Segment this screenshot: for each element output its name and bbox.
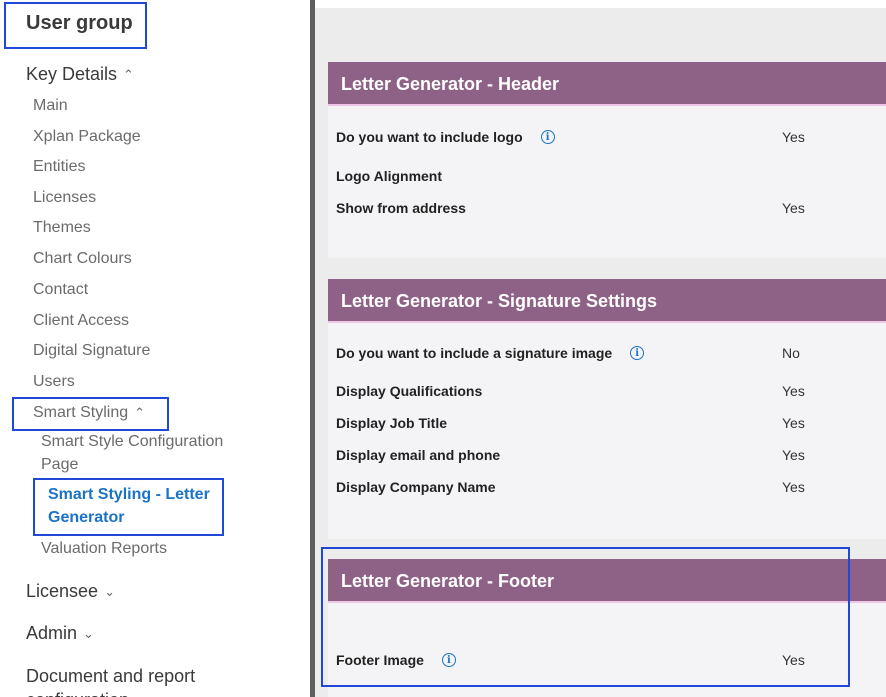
key-details-label: Key Details <box>26 64 118 84</box>
licensee-section[interactable]: Licensee ⌄ <box>26 581 115 602</box>
sidebar-item-contact[interactable]: Contact <box>33 281 88 299</box>
card-signature-settings: Letter Generator - Signature Settings Do… <box>328 279 886 539</box>
setting-label: Display Qualifications <box>336 383 483 399</box>
sidebar-item-users[interactable]: Users <box>33 373 75 391</box>
setting-value: Yes <box>782 447 805 463</box>
setting-label: Footer Image <box>336 652 424 668</box>
card-letter-header: Letter Generator - Header Do you want to… <box>328 62 886 258</box>
setting-row: Display email and phone Yes <box>336 447 876 463</box>
setting-value: Yes <box>782 415 805 431</box>
sidebar-item-xplan-package[interactable]: Xplan Package <box>33 128 141 146</box>
setting-label: Logo Alignment <box>336 168 443 184</box>
setting-label: Do you want to include logo <box>336 129 523 145</box>
doc-config-section[interactable]: Document and report configuration <box>26 664 286 697</box>
chevron-up-icon: ⌃ <box>134 405 146 420</box>
card-header-title: Letter Generator - Signature Settings <box>328 279 886 323</box>
setting-row: Do you want to include a signature image… <box>336 345 876 361</box>
licensee-label: Licensee <box>26 581 99 601</box>
card-header-title: Letter Generator - Footer <box>328 559 886 603</box>
sidebar-item-themes[interactable]: Themes <box>33 219 91 237</box>
key-details-section[interactable]: Key Details ⌃ <box>26 64 134 85</box>
setting-label: Display Company Name <box>336 479 496 495</box>
setting-row: Logo Alignment <box>336 168 876 184</box>
setting-value: Yes <box>782 652 805 668</box>
sidebar-item-licenses[interactable]: Licenses <box>33 189 96 207</box>
info-icon[interactable]: i <box>630 346 645 360</box>
sidebar-subitem-smart-style-config[interactable]: Smart Style Configuration Page <box>41 430 241 476</box>
setting-label: Do you want to include a signature image <box>336 345 613 361</box>
setting-value: Yes <box>782 383 805 399</box>
setting-row: Display Job Title Yes <box>336 415 876 431</box>
admin-label: Admin <box>26 623 78 643</box>
setting-value: Yes <box>782 129 805 145</box>
setting-row: Footer Image i Yes <box>336 652 876 668</box>
smart-styling-label: Smart Styling <box>33 404 129 421</box>
setting-row: Display Qualifications Yes <box>336 383 876 399</box>
setting-value: Yes <box>782 479 805 495</box>
info-icon[interactable]: i <box>441 653 456 667</box>
setting-label: Show from address <box>336 200 466 216</box>
setting-row: Display Company Name Yes <box>336 479 876 495</box>
setting-label: Display email and phone <box>336 447 501 463</box>
user-group-title: User group <box>26 12 133 34</box>
chevron-down-icon: ⌄ <box>83 625 94 641</box>
doc-config-label: Document and report configuration <box>26 666 196 697</box>
sidebar-item-entities[interactable]: Entities <box>33 158 85 176</box>
setting-value: Yes <box>782 200 805 216</box>
sidebar-subitem-valuation-reports[interactable]: Valuation Reports <box>41 537 241 560</box>
card-header-title: Letter Generator - Header <box>328 62 886 106</box>
setting-label: Display Job Title <box>336 415 447 431</box>
sidebar-item-client-access[interactable]: Client Access <box>33 312 129 330</box>
admin-section[interactable]: Admin ⌄ <box>26 623 94 644</box>
setting-row: Do you want to include logo i Yes <box>336 129 876 145</box>
sidebar: User group Key Details ⌃ Main Xplan Pack… <box>0 0 310 697</box>
sidebar-item-chart-colours[interactable]: Chart Colours <box>33 250 132 268</box>
info-icon[interactable]: i <box>540 130 555 144</box>
setting-row: Show from address Yes <box>336 200 876 216</box>
chevron-down-icon: ⌄ <box>104 583 115 599</box>
setting-value: No <box>782 345 800 361</box>
sidebar-subitem-letter-generator[interactable]: Smart Styling - Letter Generator <box>48 483 213 529</box>
sidebar-item-main[interactable]: Main <box>33 97 68 115</box>
sidebar-item-smart-styling[interactable]: Smart Styling ⌃ <box>33 404 145 422</box>
chevron-up-icon: ⌃ <box>123 66 134 82</box>
sidebar-item-digital-signature[interactable]: Digital Signature <box>33 342 150 360</box>
card-letter-footer: Letter Generator - Footer Footer Image i… <box>328 559 886 697</box>
main-content: Letter Generator - Header Do you want to… <box>315 0 886 697</box>
